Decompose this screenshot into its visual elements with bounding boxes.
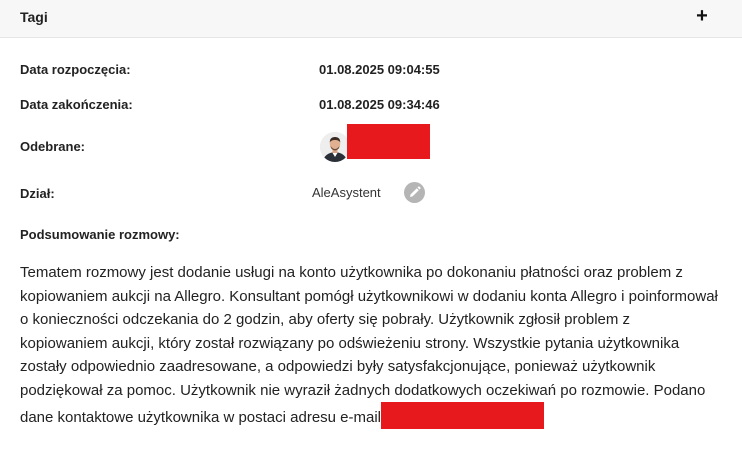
- department-value: AleAsystent: [312, 185, 381, 200]
- plus-icon[interactable]: +: [693, 6, 711, 26]
- tags-title: Tagi: [20, 9, 48, 25]
- conversation-summary: Tematem rozmowy jest dodanie usługi na k…: [20, 261, 720, 430]
- redacted-agent-name: [347, 124, 430, 159]
- end-date-label: Data zakończenia:: [20, 97, 133, 112]
- pencil-icon[interactable]: [404, 182, 425, 203]
- start-date-label: Data rozpoczęcia:: [20, 62, 131, 77]
- tags-section-header[interactable]: Tagi +: [0, 0, 742, 38]
- end-date-value: 01.08.2025 09:34:46: [319, 97, 440, 112]
- avatar-image: [320, 132, 350, 162]
- summary-label: Podsumowanie rozmowy:: [20, 227, 180, 242]
- pencil-glyph: [410, 186, 421, 197]
- department-label: Dział:: [20, 186, 55, 201]
- summary-body: Tematem rozmowy jest dodanie usługi na k…: [20, 264, 718, 426]
- received-by-label: Odebrane:: [20, 139, 86, 154]
- agent-avatar: [320, 132, 350, 162]
- start-date-value: 01.08.2025 09:04:55: [319, 62, 440, 77]
- redacted-email: [381, 402, 545, 429]
